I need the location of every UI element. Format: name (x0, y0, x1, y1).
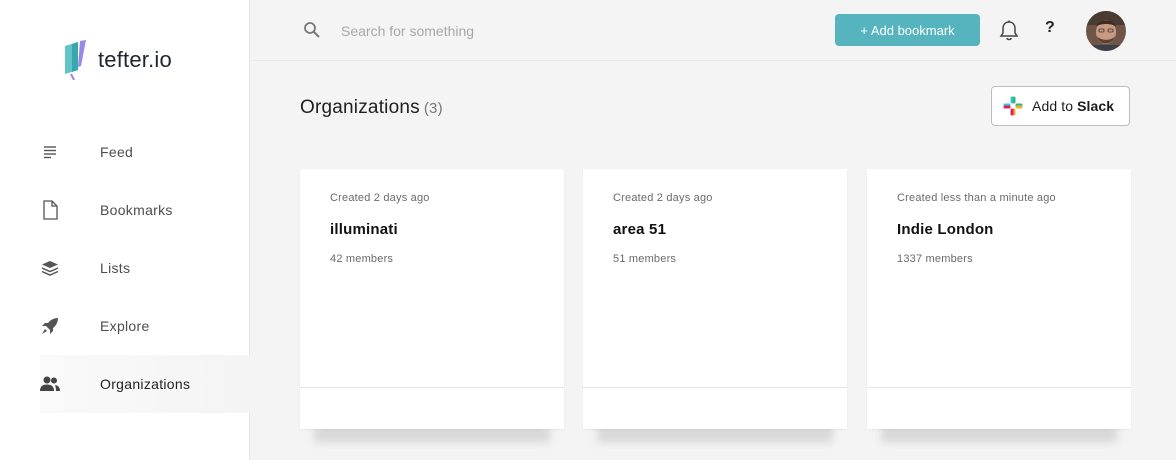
top-bar: + Add bookmark ? (251, 0, 1176, 61)
document-icon (40, 200, 60, 220)
card-organization-name[interactable]: illuminati (330, 221, 398, 238)
organization-count: (3) (423, 100, 443, 117)
feed-icon (40, 142, 60, 162)
help-button[interactable]: ? (1045, 19, 1055, 37)
card-created-date: Created 2 days ago (330, 192, 430, 204)
users-icon (40, 374, 60, 394)
sidebar-item-label: Bookmarks (100, 202, 173, 218)
sidebar-item-feed[interactable]: Feed (40, 123, 250, 181)
card-divider (867, 387, 1131, 388)
add-bookmark-button[interactable]: + Add bookmark (835, 14, 980, 46)
slack-icon (1003, 96, 1023, 116)
rocket-icon (40, 316, 60, 336)
sidebar-item-organizations[interactable]: Organizations (40, 355, 250, 413)
card-created-date: Created 2 days ago (613, 192, 713, 204)
bell-icon[interactable] (999, 20, 1019, 42)
logo[interactable]: tefter.io (62, 40, 172, 80)
page-title-text: Organizations (300, 97, 420, 118)
card-organization-name[interactable]: area 51 (613, 221, 666, 238)
sidebar-item-label: Explore (100, 318, 150, 334)
slack-brand: Slack (1077, 98, 1115, 114)
organization-card-wrapper: Created 2 days ago area 51 51 members (583, 169, 847, 449)
card-member-count: 42 members (330, 253, 394, 265)
sidebar-item-label: Organizations (100, 376, 191, 392)
page-title: Organizations (3) (300, 97, 443, 119)
sidebar-item-lists[interactable]: Lists (40, 239, 250, 297)
organization-card[interactable]: Created 2 days ago area 51 51 members (583, 169, 847, 429)
logo-text: tefter.io (98, 47, 172, 72)
card-divider (300, 387, 564, 388)
card-organization-name[interactable]: Indie London (897, 221, 994, 238)
organization-card-wrapper: Created less than a minute ago Indie Lon… (867, 169, 1131, 449)
organization-card-wrapper: Created 2 days ago illuminati 42 members (300, 169, 564, 449)
tefter-logo-icon (65, 40, 86, 80)
search-input[interactable] (341, 18, 741, 44)
search-icon (303, 21, 321, 39)
card-divider (583, 387, 847, 388)
sidebar: tefter.io Feed Bookmarks Lists Explore O… (0, 0, 250, 460)
add-to-slack-button[interactable]: Add to Slack (991, 86, 1130, 126)
sidebar-item-label: Lists (100, 260, 131, 276)
card-member-count: 1337 members (897, 253, 973, 265)
sidebar-item-label: Feed (100, 144, 134, 160)
organization-card[interactable]: Created 2 days ago illuminati 42 members (300, 169, 564, 429)
avatar[interactable] (1086, 11, 1126, 51)
slack-prefix: Add to (1032, 98, 1078, 114)
sidebar-item-explore[interactable]: Explore (40, 297, 250, 355)
add-to-slack-label: Add to Slack (1032, 98, 1114, 114)
card-member-count: 51 members (613, 253, 677, 265)
layers-icon (40, 258, 60, 278)
sidebar-item-bookmarks[interactable]: Bookmarks (40, 181, 250, 239)
card-created-date: Created less than a minute ago (897, 192, 1056, 204)
organization-card[interactable]: Created less than a minute ago Indie Lon… (867, 169, 1131, 429)
